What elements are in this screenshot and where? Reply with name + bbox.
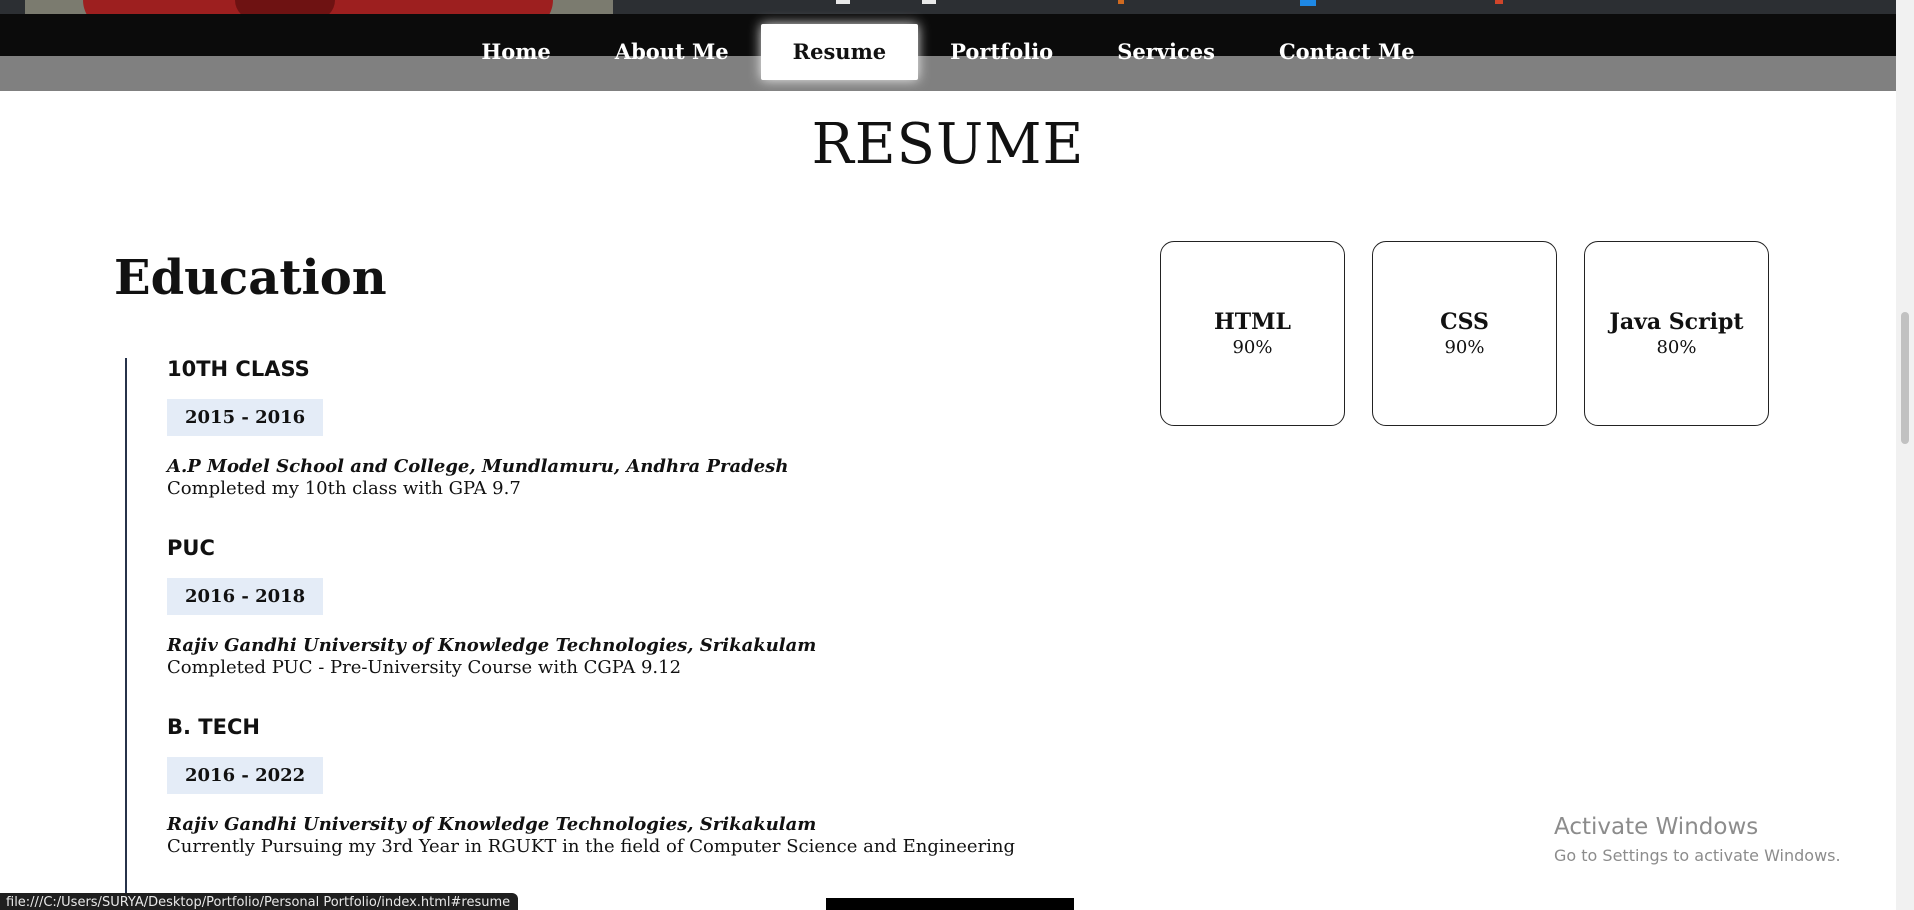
education-description: Currently Pursuing my 3rd Year in RGUKT … (167, 836, 1016, 857)
social-icon[interactable] (922, 0, 936, 4)
scrollbar-thumb[interactable] (1901, 312, 1909, 444)
education-item-puc: PUC 2016 - 2018 Rajiv Gandhi University … (167, 536, 816, 678)
skill-card-css: CSS 90% (1372, 241, 1557, 426)
skill-card-html: HTML 90% (1160, 241, 1345, 426)
timeline-line (125, 358, 127, 910)
education-heading: B. TECH (167, 715, 260, 739)
education-title: Education (114, 250, 387, 306)
skill-percent: 90% (1444, 337, 1485, 358)
skill-name: HTML (1214, 309, 1291, 335)
nav-about-me[interactable]: About Me (583, 24, 761, 80)
status-bar-url: file:///C:/Users/SURYA/Desktop/Portfolio… (0, 893, 519, 910)
nav-resume[interactable]: Resume (760, 24, 919, 80)
activate-windows-watermark: Activate Windows Go to Settings to activ… (1554, 814, 1841, 865)
social-icon[interactable] (836, 0, 850, 4)
linkedin-icon[interactable] (1300, 0, 1316, 6)
vertical-scrollbar[interactable] (1896, 0, 1914, 910)
nav-home[interactable]: Home (449, 24, 582, 80)
bottom-black-block (826, 898, 1074, 910)
education-heading: 10TH CLASS (167, 357, 310, 381)
education-years: 2016 - 2018 (167, 578, 324, 615)
education-school: Rajiv Gandhi University of Knowledge Tec… (167, 814, 817, 835)
skill-name: CSS (1440, 309, 1489, 335)
resume-title: RESUME (811, 112, 1085, 177)
nav-contact-me[interactable]: Contact Me (1247, 24, 1447, 80)
top-social-icons (0, 0, 1896, 14)
skill-name: Java Script (1609, 309, 1744, 335)
main-nav: Home About Me Resume Portfolio Services … (0, 24, 1896, 80)
education-description: Completed my 10th class with GPA 9.7 (167, 478, 521, 499)
education-school: A.P Model School and College, Mundlamuru… (167, 456, 789, 477)
education-years: 2016 - 2022 (167, 757, 324, 794)
skill-percent: 80% (1656, 337, 1697, 358)
social-icon[interactable] (1495, 0, 1503, 4)
nav-services[interactable]: Services (1085, 24, 1247, 80)
nav-portfolio[interactable]: Portfolio (918, 24, 1085, 80)
education-item-10th: 10TH CLASS 2015 - 2016 A.P Model School … (167, 357, 788, 499)
education-years: 2015 - 2016 (167, 399, 324, 436)
watermark-subtitle: Go to Settings to activate Windows. (1554, 846, 1841, 865)
watermark-title: Activate Windows (1554, 814, 1759, 840)
skill-card-javascript: Java Script 80% (1584, 241, 1769, 426)
education-description: Completed PUC - Pre-University Course wi… (167, 657, 682, 678)
skill-percent: 90% (1232, 337, 1273, 358)
education-heading: PUC (167, 536, 215, 560)
education-school: Rajiv Gandhi University of Knowledge Tec… (167, 635, 817, 656)
social-icon[interactable] (1118, 0, 1124, 4)
education-item-btech: B. TECH 2016 - 2022 Rajiv Gandhi Univers… (167, 715, 1015, 857)
